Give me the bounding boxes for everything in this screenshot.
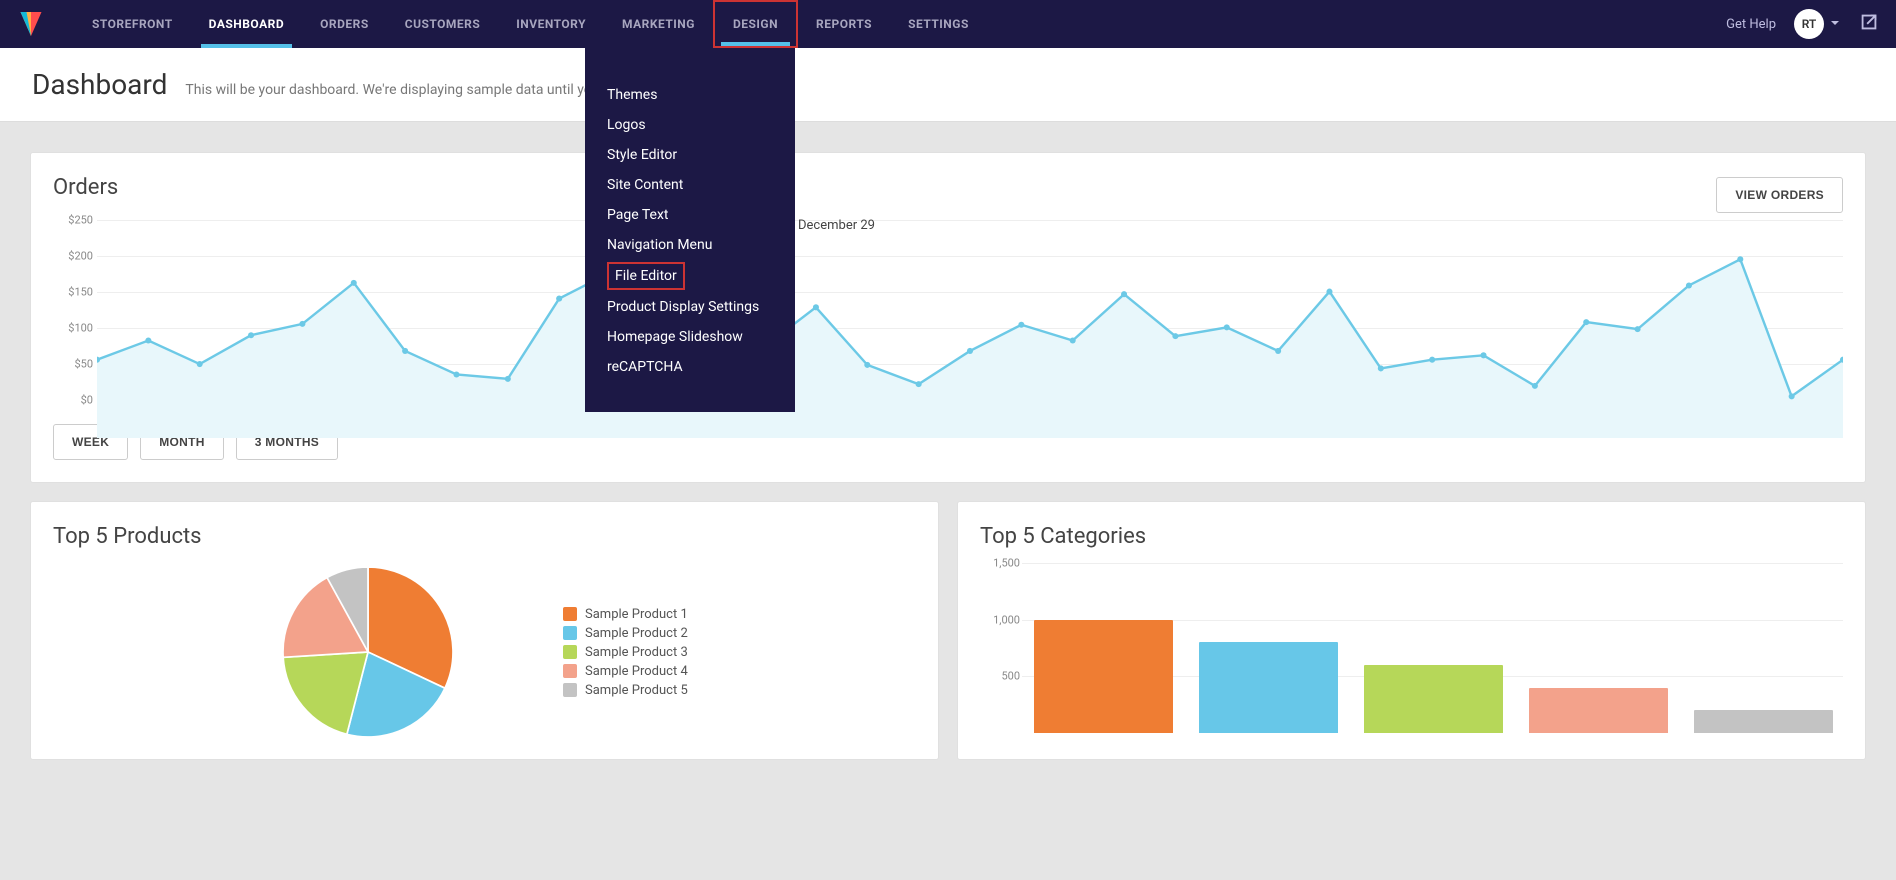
dropdown-navigation-menu[interactable]: Navigation Menu	[607, 230, 773, 260]
page-subtitle: This will be your dashboard. We're displ…	[185, 82, 632, 98]
y-tick: $100	[68, 322, 93, 335]
legend-item: Sample Product 4	[563, 664, 688, 679]
bar-y-tick: 500	[1001, 670, 1020, 683]
categories-bar-chart: 5001,0001,500	[980, 563, 1843, 733]
products-pie-chart	[283, 567, 453, 737]
y-tick: $50	[74, 358, 93, 371]
legend-label: Sample Product 4	[585, 664, 688, 679]
bar	[1529, 688, 1668, 733]
orders-title: Orders	[53, 175, 118, 200]
legend-label: Sample Product 1	[585, 607, 688, 622]
nav-settings[interactable]: SETTINGS	[890, 0, 987, 48]
nav-customers[interactable]: CUSTOMERS	[387, 0, 499, 48]
legend-swatch	[563, 645, 577, 659]
dropdown-logos[interactable]: Logos	[607, 110, 773, 140]
legend-label: Sample Product 5	[585, 683, 688, 698]
legend-label: Sample Product 3	[585, 645, 688, 660]
orders-card: Orders VIEW ORDERS $0 $50 $100 $150 $200 $250…	[30, 152, 1866, 483]
top-products-title: Top 5 Products	[53, 524, 916, 549]
legend-swatch	[563, 626, 577, 640]
y-tick: $150	[68, 286, 93, 299]
nav-dashboard[interactable]: DASHBOARD	[191, 0, 302, 48]
user-menu[interactable]: RT	[1794, 9, 1840, 39]
design-dropdown: ThemesLogosStyle EditorSite ContentPage …	[585, 48, 795, 412]
app-logo[interactable]	[16, 9, 46, 39]
chevron-down-icon	[1830, 17, 1840, 32]
view-orders-button[interactable]: VIEW ORDERS	[1716, 177, 1843, 213]
nav-inventory[interactable]: INVENTORY	[498, 0, 604, 48]
nav-storefront[interactable]: STOREFRONT	[74, 0, 191, 48]
top-categories-title: Top 5 Categories	[980, 524, 1843, 549]
top-categories-card: Top 5 Categories 500 1,000 1,500	[957, 501, 1866, 760]
y-tick: $250	[68, 214, 93, 227]
legend-swatch	[563, 664, 577, 678]
bar	[1034, 620, 1173, 733]
bar-y-tick: 1,000	[993, 613, 1020, 626]
top-products-card: Top 5 Products Sample Product 1Sample Pr…	[30, 501, 939, 760]
nav-design[interactable]: DESIGN	[713, 0, 798, 48]
bar	[1364, 665, 1503, 733]
legend-item: Sample Product 1	[563, 607, 688, 622]
y-tick: $0	[81, 394, 93, 407]
dropdown-themes[interactable]: Themes	[607, 80, 773, 110]
products-legend: Sample Product 1 Sample Product 2 Sample P…	[563, 607, 688, 698]
nav-reports[interactable]: REPORTS	[798, 0, 890, 48]
nav-orders[interactable]: ORDERS	[302, 0, 387, 48]
bar	[1694, 710, 1833, 733]
get-help-link[interactable]: Get Help	[1726, 17, 1776, 32]
title-bar: Dashboard This will be your dashboard. W…	[0, 48, 1896, 122]
bar-y-tick: 1,500	[993, 557, 1020, 570]
legend-swatch	[563, 607, 577, 621]
dropdown-recaptcha[interactable]: reCAPTCHA	[607, 352, 773, 382]
legend-item: Sample Product 3	[563, 645, 688, 660]
dropdown-style-editor[interactable]: Style Editor	[607, 140, 773, 170]
avatar: RT	[1794, 9, 1824, 39]
legend-swatch	[563, 683, 577, 697]
dropdown-site-content[interactable]: Site Content	[607, 170, 773, 200]
top-nav: STOREFRONTDASHBOARDORDERSCUSTOMERSINVENT…	[0, 0, 1896, 48]
nav-marketing[interactable]: MARKETING	[604, 0, 713, 48]
dropdown-file-editor[interactable]: File Editor	[607, 262, 685, 290]
legend-item: Sample Product 5	[563, 683, 688, 698]
y-tick: $200	[68, 250, 93, 263]
bar	[1199, 642, 1338, 733]
dropdown-page-text[interactable]: Page Text	[607, 200, 773, 230]
orders-chart: $0$50$100$150$200$250 December 29	[53, 220, 1843, 400]
legend-label: Sample Product 2	[585, 626, 688, 641]
page-title: Dashboard	[32, 68, 167, 101]
dropdown-product-display-settings[interactable]: Product Display Settings	[607, 292, 773, 322]
dropdown-homepage-slideshow[interactable]: Homepage Slideshow	[607, 322, 773, 352]
legend-item: Sample Product 2	[563, 626, 688, 641]
external-link-icon[interactable]	[1858, 11, 1880, 37]
